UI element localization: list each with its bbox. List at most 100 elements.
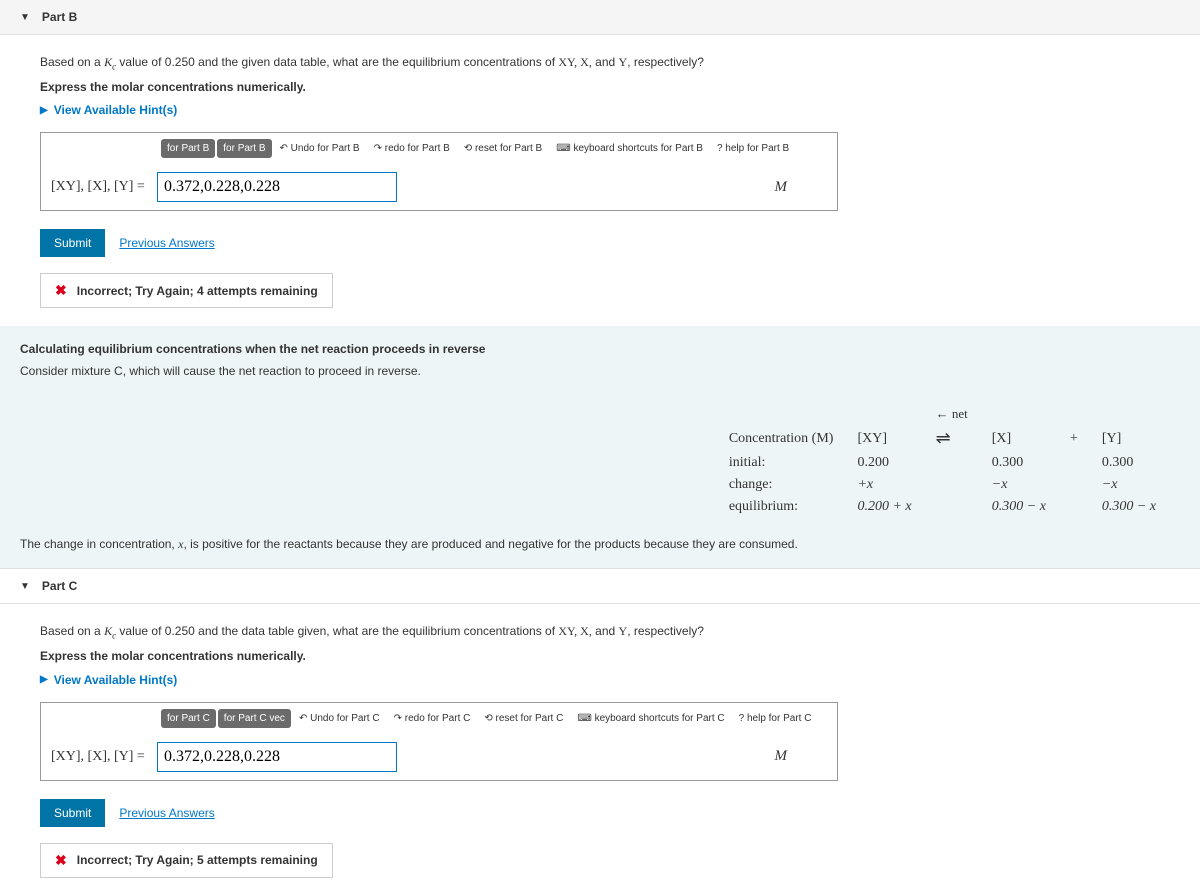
cell: −x xyxy=(1102,477,1118,492)
answer-unit: M xyxy=(775,748,788,765)
cell: 0.200 xyxy=(857,453,933,473)
feedback-text: Incorrect; Try Again; 4 attempts remaini… xyxy=(77,284,318,298)
explanation-note: The change in concentration, x, is posit… xyxy=(0,525,1200,568)
text: Undo for Part B xyxy=(291,143,360,154)
text: keyboard shortcuts for Part B xyxy=(573,143,703,154)
view-hints-link-c[interactable]: ▶ View Available Hint(s) xyxy=(40,673,177,687)
help-button[interactable]: ? help for Part C xyxy=(733,709,818,728)
text: , respectively? xyxy=(627,624,704,638)
answer-box-b: for Part B for Part B ↶ Undo for Part B … xyxy=(40,132,838,211)
text: help for Part B xyxy=(725,143,789,154)
part-b-header[interactable]: ▼ Part B xyxy=(0,0,1200,35)
submit-button-b[interactable]: Submit xyxy=(40,229,105,257)
keyboard-icon: ⌨ xyxy=(577,713,591,724)
reset-button[interactable]: ⟲ reset for Part B xyxy=(458,139,548,158)
cell: +x xyxy=(857,477,873,492)
text: and the given data table, what are the e… xyxy=(195,55,559,69)
toolbar-btn-2[interactable]: for Part C vec xyxy=(218,709,291,728)
toolbar-btn-1[interactable]: for Part C xyxy=(161,709,216,728)
row-change: change: xyxy=(729,475,856,495)
answer-row-c: [XY], [X], [Y] = M xyxy=(41,734,837,780)
submit-row-b: Submit Previous Answers xyxy=(40,229,1160,257)
submit-row-c: Submit Previous Answers xyxy=(40,799,1160,827)
row-equilibrium: equilibrium: xyxy=(729,497,856,517)
text: Y xyxy=(619,624,628,638)
toolbar-btn-1[interactable]: for Part B xyxy=(161,139,215,158)
text: and the data table given, what are the e… xyxy=(195,624,559,638)
net-arrow: ← net xyxy=(936,404,990,424)
cell: 0.300 − x xyxy=(992,499,1046,514)
kc-symbol: Kc xyxy=(104,624,116,638)
text: and xyxy=(592,55,619,69)
help-button[interactable]: ? help for Part B xyxy=(711,139,795,158)
text: XY, X, xyxy=(558,55,591,69)
reset-icon: ⟲ xyxy=(484,713,492,724)
hints-label: View Available Hint(s) xyxy=(54,673,178,687)
redo-button[interactable]: ↷ redo for Part C xyxy=(388,709,477,728)
previous-answers-link-b[interactable]: Previous Answers xyxy=(119,236,214,250)
undo-icon: ↶ xyxy=(280,143,288,154)
help-icon: ? xyxy=(739,713,745,724)
part-c-body: Based on a Kc value of 0.250 and the dat… xyxy=(0,604,1200,895)
reset-icon: ⟲ xyxy=(464,143,472,154)
answer-unit: M xyxy=(775,179,788,196)
cell: 0.300 − x xyxy=(1102,499,1156,514)
text: , respectively? xyxy=(627,55,704,69)
text: for Part C xyxy=(224,713,267,724)
reset-button[interactable]: ⟲ reset for Part C xyxy=(478,709,569,728)
part-b-body: Based on a Kc value of 0.250 and the giv… xyxy=(0,35,1200,326)
view-hints-link[interactable]: ▶ View Available Hint(s) xyxy=(40,103,177,117)
text: Based on a xyxy=(40,55,104,69)
cell: 0.300 xyxy=(1102,453,1178,473)
answer-label: [XY], [X], [Y] = xyxy=(51,749,151,765)
help-icon: ? xyxy=(717,143,723,154)
caret-down-icon: ▼ xyxy=(20,12,30,23)
keyboard-button[interactable]: ⌨ keyboard shortcuts for Part C xyxy=(571,709,730,728)
cell: 0.300 xyxy=(992,453,1068,473)
text: Undo for Part C xyxy=(310,713,379,724)
col-y: [Y] xyxy=(1102,426,1178,451)
text: and xyxy=(592,624,619,638)
text: The change in concentration, xyxy=(20,537,178,551)
keyboard-button[interactable]: ⌨ keyboard shortcuts for Part B xyxy=(550,139,709,158)
caret-down-icon: ▼ xyxy=(20,581,30,592)
redo-button[interactable]: ↷ redo for Part B xyxy=(368,139,456,158)
text: redo for Part B xyxy=(385,143,450,154)
part-c-title: Part C xyxy=(42,579,77,593)
undo-icon: ↶ xyxy=(299,713,307,724)
text: keyboard shortcuts for Part C xyxy=(595,713,725,724)
equilibrium-arrow-icon: ⇌ xyxy=(936,426,990,451)
redo-icon: ↷ xyxy=(374,143,382,154)
text: Y xyxy=(619,55,628,69)
ice-table-area: ← net Concentration (M) [XY] ⇌ [X] + [Y]… xyxy=(0,396,1200,525)
col-conc: Concentration (M) xyxy=(729,426,856,451)
row-initial: initial: xyxy=(729,453,856,473)
toolbar-btn-2[interactable]: for Part B xyxy=(217,139,271,158)
text: XY, X, xyxy=(558,624,591,638)
incorrect-icon: ✖ xyxy=(55,852,67,869)
text: value of xyxy=(116,624,165,638)
undo-button[interactable]: ↶ Undo for Part B xyxy=(274,139,366,158)
redo-icon: ↷ xyxy=(394,713,402,724)
incorrect-icon: ✖ xyxy=(55,282,67,299)
part-c-header[interactable]: ▼ Part C xyxy=(0,568,1200,604)
explanation-section: Calculating equilibrium concentrations w… xyxy=(0,326,1200,396)
part-b-title: Part B xyxy=(42,10,77,24)
caret-right-icon: ▶ xyxy=(40,105,48,116)
submit-button-c[interactable]: Submit xyxy=(40,799,105,827)
previous-answers-link-c[interactable]: Previous Answers xyxy=(119,806,214,820)
text: , is positive for the reactants because … xyxy=(183,537,797,551)
text: K xyxy=(104,55,112,69)
answer-input-c[interactable] xyxy=(157,742,397,772)
col-x: [X] xyxy=(992,426,1068,451)
text: 0.250 xyxy=(165,55,195,69)
text: redo for Part C xyxy=(405,713,471,724)
express-instruction: Express the molar concentrations numeric… xyxy=(40,80,1160,94)
feedback-b: ✖ Incorrect; Try Again; 4 attempts remai… xyxy=(40,273,333,308)
text: reset for Part C xyxy=(496,713,564,724)
ice-table: ← net Concentration (M) [XY] ⇌ [X] + [Y]… xyxy=(727,402,1180,519)
undo-button[interactable]: ↶ Undo for Part C xyxy=(293,709,386,728)
answer-input-b[interactable] xyxy=(157,172,397,202)
text: value of xyxy=(116,55,165,69)
feedback-c: ✖ Incorrect; Try Again; 5 attempts remai… xyxy=(40,843,333,878)
